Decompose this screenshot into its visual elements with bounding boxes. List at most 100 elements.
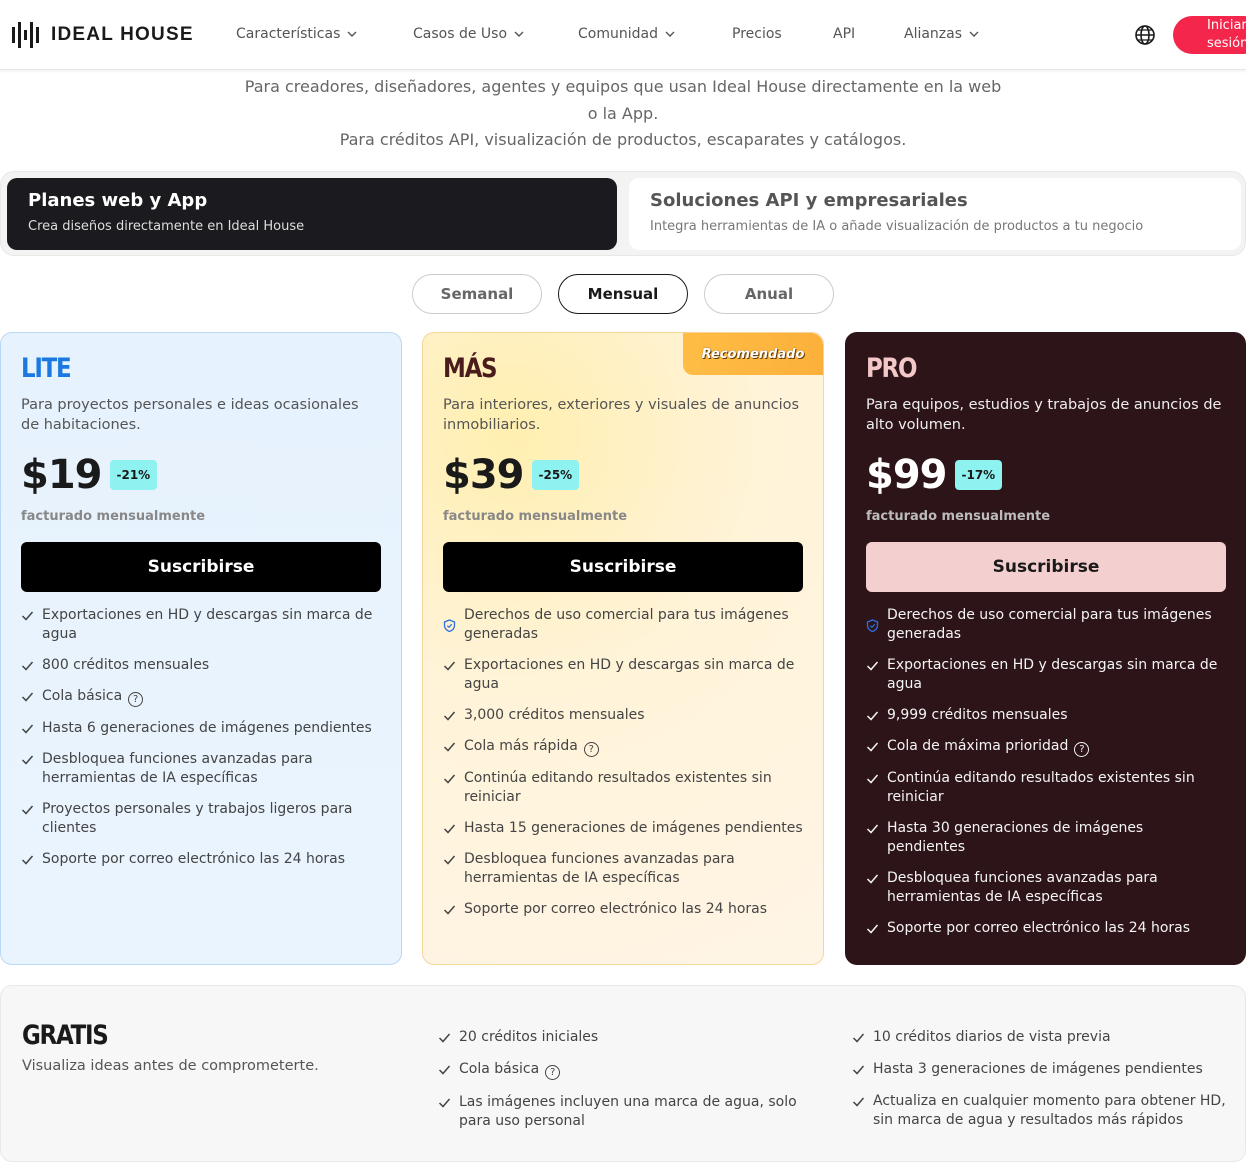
- check-icon: [438, 1098, 451, 1108]
- help-icon[interactable]: ?: [583, 742, 599, 757]
- top-navbar: IDEAL HOUSE Características Casos de Uso…: [0, 0, 1246, 70]
- feature-label: Las imágenes incluyen una marca de agua,…: [459, 1094, 797, 1129]
- feature-list: Derechos de uso comercial para tus imáge…: [866, 606, 1225, 938]
- feature-item: Cola de máxima prioridad?: [866, 737, 1225, 757]
- login-button[interactable]: Iniciar sesión: [1173, 16, 1246, 54]
- check-icon: [443, 661, 456, 671]
- feature-label: Exportaciones en HD y descargas sin marc…: [464, 657, 795, 692]
- plan-description: Para proyectos personales e ideas ocasio…: [21, 397, 359, 433]
- check-icon: [852, 1065, 865, 1075]
- nav-alianzas[interactable]: Alianzas: [904, 26, 980, 42]
- check-icon: [443, 774, 456, 784]
- feature-label: Cola más rápida: [464, 738, 578, 754]
- subscribe-button[interactable]: Suscribirse: [443, 542, 803, 592]
- feature-item: Derechos de uso comercial para tus imáge…: [443, 606, 803, 644]
- feature-list: Exportaciones en HD y descargas sin marc…: [21, 606, 381, 869]
- feature-item: Cola más rápida?: [443, 737, 803, 757]
- feature-label: Hasta 30 generaciones de imágenes pendie…: [887, 820, 1144, 855]
- feature-label: Desbloquea funciones avanzadas para herr…: [464, 851, 735, 886]
- help-icon[interactable]: ?: [1074, 742, 1090, 757]
- nav-label: Características: [236, 26, 341, 42]
- nav-label: Comunidad: [578, 26, 658, 42]
- discount-badge: -17%: [954, 460, 1003, 490]
- feature-label: 3,000 créditos mensuales: [464, 707, 645, 723]
- feature-item: Soporte por correo electrónico las 24 ho…: [866, 919, 1225, 938]
- feature-item: 800 créditos mensuales: [21, 656, 381, 675]
- check-icon: [852, 1033, 865, 1043]
- feature-text: Desbloquea funciones avanzadas para herr…: [42, 750, 381, 788]
- check-icon: [21, 611, 34, 621]
- feature-item: Proyectos personales y trabajos ligeros …: [21, 800, 381, 838]
- feature-label: Exportaciones en HD y descargas sin marc…: [887, 657, 1218, 692]
- nav-casos-de-uso[interactable]: Casos de Uso: [413, 26, 525, 42]
- tab-web-app-plans[interactable]: Planes web y App Crea diseños directamen…: [7, 178, 617, 250]
- nav-precios[interactable]: Precios: [732, 26, 782, 42]
- plan-description: Para interiores, exteriores y visuales d…: [443, 397, 800, 433]
- feature-text: Soporte por correo electrónico las 24 ho…: [42, 850, 345, 869]
- check-icon: [866, 824, 879, 834]
- feature-label: Proyectos personales y trabajos ligeros …: [42, 801, 353, 836]
- help-icon[interactable]: ?: [128, 692, 144, 707]
- subscribe-button[interactable]: Suscribirse: [866, 542, 1226, 592]
- feature-item: Desbloquea funciones avanzadas para herr…: [21, 750, 381, 788]
- feature-text: Cola básica?: [42, 687, 144, 707]
- nav-api[interactable]: API: [833, 26, 855, 42]
- nav-label: API: [833, 26, 856, 42]
- plan-card-mas: Recomendado MÁS Para interiores, exterio…: [422, 332, 824, 965]
- tab-title: Soluciones API y empresariales: [650, 190, 968, 211]
- feature-text: Hasta 15 generaciones de imágenes pendie…: [464, 819, 803, 838]
- feature-text: 9,999 créditos mensuales: [887, 706, 1068, 725]
- tab-api-enterprise[interactable]: Soluciones API y empresariales Integra h…: [629, 178, 1241, 250]
- feature-text: Exportaciones en HD y descargas sin marc…: [42, 606, 381, 644]
- tab-subtitle: Integra herramientas de IA o añade visua…: [650, 219, 1144, 234]
- feature-item: Continúa editando resultados existentes …: [866, 769, 1225, 807]
- feature-item: 10 créditos diarios de vista previa: [852, 1028, 1227, 1047]
- feature-label: Soporte por correo electrónico las 24 ho…: [42, 851, 346, 867]
- billing-note: facturado mensualmente: [443, 509, 628, 524]
- feature-label: Exportaciones en HD y descargas sin marc…: [42, 607, 373, 642]
- check-icon: [21, 855, 34, 865]
- check-icon: [866, 774, 879, 784]
- feature-item: Cola básica?: [21, 687, 381, 707]
- feature-item: Hasta 15 generaciones de imágenes pendie…: [443, 819, 803, 838]
- plan-card-lite: LITE Para proyectos personales e ideas o…: [0, 332, 402, 965]
- feature-label: Derechos de uso comercial para tus imáge…: [887, 607, 1212, 642]
- feature-label: Desbloquea funciones avanzadas para herr…: [887, 870, 1158, 905]
- subscribe-button[interactable]: Suscribirse: [21, 542, 381, 592]
- feature-label: Hasta 15 generaciones de imágenes pendie…: [464, 820, 803, 836]
- nav-comunidad[interactable]: Comunidad: [578, 26, 676, 42]
- feature-label: 20 créditos iniciales: [459, 1029, 599, 1045]
- price-row: $39 -25%: [443, 452, 803, 498]
- check-icon: [443, 742, 456, 752]
- feature-text: Hasta 30 generaciones de imágenes pendie…: [887, 819, 1225, 857]
- help-icon[interactable]: ?: [545, 1065, 561, 1080]
- check-icon: [21, 805, 34, 815]
- billing-yearly-button[interactable]: Anual: [704, 274, 834, 314]
- nav-label: Alianzas: [904, 26, 963, 42]
- feature-text: Desbloquea funciones avanzadas para herr…: [464, 850, 803, 888]
- feature-text: Actualiza en cualquier momento para obte…: [873, 1092, 1227, 1130]
- login-label-line2: sesión: [1207, 36, 1246, 51]
- feature-label: Actualiza en cualquier momento para obte…: [873, 1093, 1226, 1128]
- feature-text: Soporte por correo electrónico las 24 ho…: [887, 919, 1190, 938]
- feature-text: Derechos de uso comercial para tus imáge…: [887, 606, 1225, 644]
- feature-item: Continúa editando resultados existentes …: [443, 769, 803, 807]
- globe-icon[interactable]: [1133, 23, 1157, 47]
- shield-icon: [443, 618, 456, 632]
- feature-label: Hasta 3 generaciones de imágenes pendien…: [873, 1061, 1203, 1077]
- intro-line: Para créditos API, visualización de prod…: [339, 130, 907, 149]
- check-icon: [852, 1097, 865, 1107]
- nav-caracteristicas[interactable]: Características: [236, 26, 358, 42]
- feature-label: Cola básica: [459, 1061, 540, 1077]
- billing-weekly-button[interactable]: Semanal: [412, 274, 542, 314]
- check-icon: [21, 692, 34, 702]
- feature-text: Cola básica?: [459, 1060, 561, 1080]
- feature-text: Hasta 6 generaciones de imágenes pendien…: [42, 719, 372, 738]
- chevron-down-icon: [969, 31, 979, 37]
- billing-monthly-button[interactable]: Mensual: [558, 274, 688, 314]
- feature-text: Soporte por correo electrónico las 24 ho…: [464, 900, 767, 919]
- logo-mark-icon: [12, 22, 39, 48]
- check-icon: [443, 824, 456, 834]
- brand-logo[interactable]: IDEAL HOUSE: [12, 22, 194, 48]
- plan-price: $39: [443, 452, 524, 498]
